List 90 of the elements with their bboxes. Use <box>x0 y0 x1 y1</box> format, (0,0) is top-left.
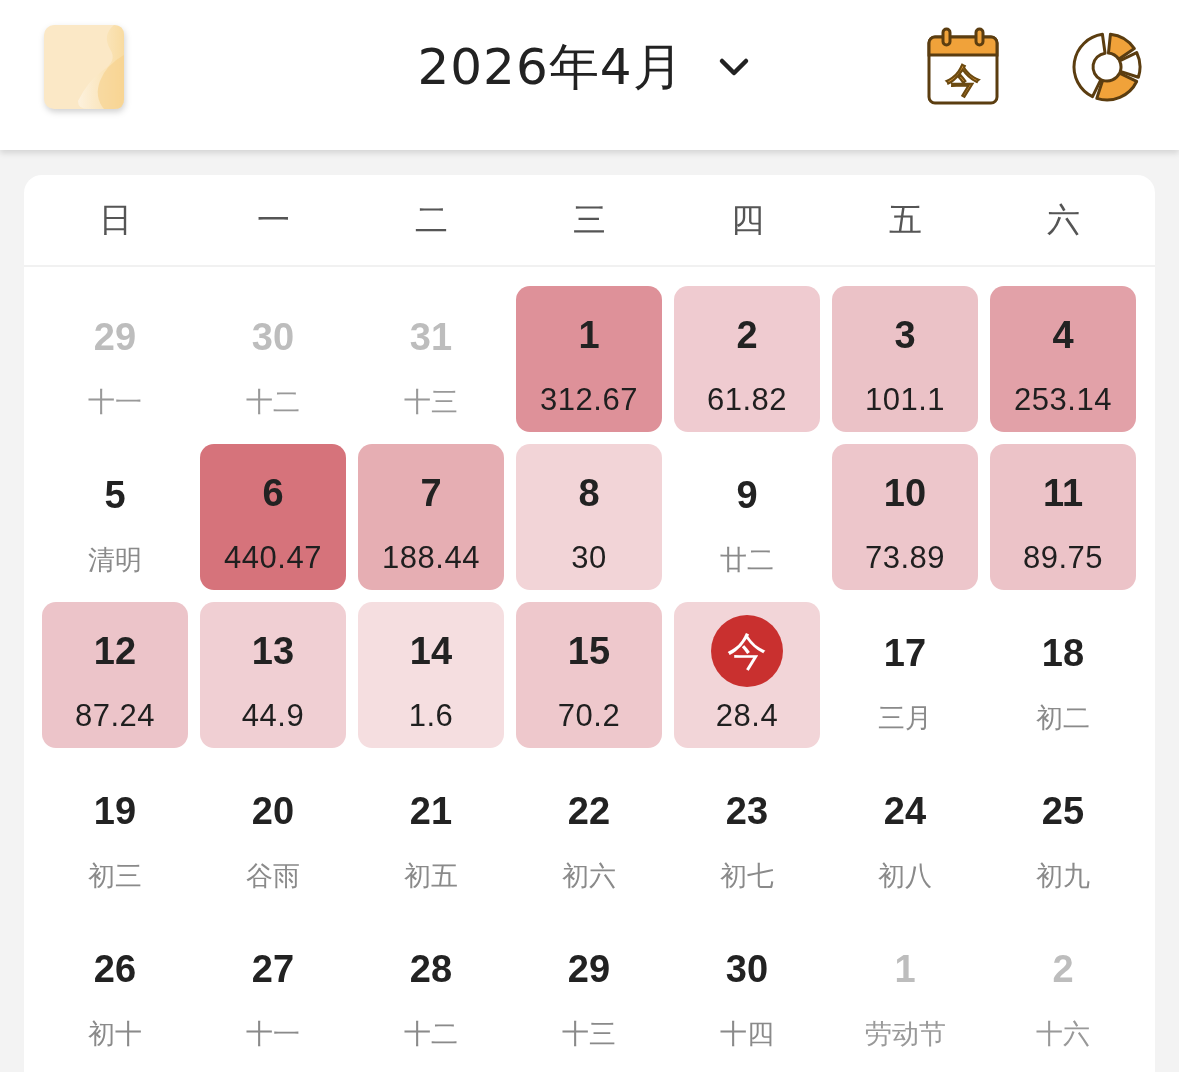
day-amount: 30 <box>571 540 607 576</box>
day-number: 15 <box>567 629 611 673</box>
lunar-date: 劳动节 <box>864 1018 946 1050</box>
lunar-date: 十三 <box>404 386 458 418</box>
day-number[interactable]: 5 <box>104 473 126 517</box>
weekday-label: 五 <box>888 198 922 241</box>
lunar-date: 十三 <box>562 1018 616 1050</box>
day-number: 2 <box>736 313 758 357</box>
day-number: 7 <box>420 471 442 515</box>
spending-day-cell[interactable]: 15 70.2 <box>516 602 662 748</box>
day-number[interactable]: 25 <box>1041 789 1085 833</box>
day-amount: 188.44 <box>382 540 480 576</box>
day-amount: 101.1 <box>864 382 946 418</box>
day-number: 10 <box>883 471 927 515</box>
day-amount: 44.9 <box>241 698 305 734</box>
lunar-date: 初八 <box>878 860 932 892</box>
lunar-date: 初九 <box>1036 860 1090 892</box>
day-number: 8 <box>578 471 600 515</box>
spending-day-cell[interactable]: 6 440.47 <box>200 444 346 590</box>
day-number[interactable]: 30 <box>725 947 769 991</box>
day-number: 13 <box>251 629 295 673</box>
day-amount: 70.2 <box>557 698 621 734</box>
day-number[interactable]: 21 <box>409 789 453 833</box>
lunar-date: 三月 <box>878 702 932 734</box>
today-button[interactable]: 今 <box>927 27 999 107</box>
spending-day-cell[interactable]: 3 101.1 <box>832 286 978 432</box>
day-number[interactable]: 19 <box>93 789 137 833</box>
day-number: 11 <box>1042 471 1084 515</box>
spending-day-cell[interactable]: 10 73.89 <box>832 444 978 590</box>
day-number: 12 <box>93 629 137 673</box>
lunar-date: 十二 <box>404 1018 458 1050</box>
lunar-date: 廿二 <box>720 544 774 576</box>
day-number[interactable]: 22 <box>567 789 611 833</box>
day-number: 14 <box>409 629 453 673</box>
lunar-date: 谷雨 <box>246 860 300 892</box>
day-number: 3 <box>894 313 916 357</box>
day-amount: 1.6 <box>408 698 454 734</box>
lunar-date: 初三 <box>88 860 142 892</box>
spending-day-cell[interactable]: 13 44.9 <box>200 602 346 748</box>
day-number[interactable]: 27 <box>251 947 295 991</box>
day-amount: 89.75 <box>1022 540 1104 576</box>
weekday-label: 日 <box>98 198 132 241</box>
spending-day-cell[interactable]: 2 61.82 <box>674 286 820 432</box>
lunar-date: 初六 <box>562 860 616 892</box>
day-amount: 87.24 <box>74 698 156 734</box>
day-amount: 61.82 <box>706 382 788 418</box>
calendar-icon <box>927 27 999 107</box>
spending-day-cell[interactable]: 7 188.44 <box>358 444 504 590</box>
lunar-date: 初二 <box>1036 702 1090 734</box>
lunar-date: 十一 <box>246 1018 300 1050</box>
day-number[interactable]: 20 <box>251 789 295 833</box>
lunar-date: 清明 <box>88 544 142 576</box>
lunar-date: 十二 <box>246 386 300 418</box>
day-number[interactable]: 29 <box>567 947 611 991</box>
spending-day-cell[interactable]: 11 89.75 <box>990 444 1136 590</box>
app-logo-icon <box>44 25 124 109</box>
weekday-label: 六 <box>1046 198 1080 241</box>
day-number: 6 <box>262 471 284 515</box>
day-number: 4 <box>1052 313 1074 357</box>
day-amount: 73.89 <box>864 540 946 576</box>
weekday-label: 二 <box>414 198 448 241</box>
day-number[interactable]: 26 <box>93 947 137 991</box>
day-number[interactable]: 9 <box>736 473 758 517</box>
spending-day-cell[interactable]: 12 87.24 <box>42 602 188 748</box>
lunar-date: 十六 <box>1036 1018 1090 1050</box>
lunar-date: 十四 <box>720 1018 774 1050</box>
month-picker[interactable]: 2026年4月 <box>417 33 754 101</box>
spending-day-cell[interactable]: 4 253.14 <box>990 286 1136 432</box>
lunar-date: 十一 <box>88 386 142 418</box>
day-number[interactable]: 24 <box>883 789 927 833</box>
spending-day-cell[interactable]: 8 30 <box>516 444 662 590</box>
today-badge: 今 <box>711 615 783 687</box>
spending-day-cell[interactable]: 14 1.6 <box>358 602 504 748</box>
day-amount: 253.14 <box>1014 382 1112 418</box>
lunar-date: 初十 <box>88 1018 142 1050</box>
day-number[interactable]: 23 <box>725 789 769 833</box>
day-amount: 440.47 <box>224 540 322 576</box>
weekday-label: 四 <box>730 198 764 241</box>
day-number[interactable]: 18 <box>1041 631 1085 675</box>
today-cell[interactable]: 今 28.4 <box>674 602 820 748</box>
day-amount: 312.67 <box>540 382 638 418</box>
lunar-date: 初七 <box>720 860 774 892</box>
day-number[interactable]: 17 <box>883 631 927 675</box>
day-amount: 28.4 <box>715 698 779 734</box>
day-number[interactable]: 28 <box>409 947 453 991</box>
weekday-label: 三 <box>572 198 606 241</box>
spending-day-cell[interactable]: 1 312.67 <box>516 286 662 432</box>
lunar-date: 初五 <box>404 860 458 892</box>
day-number: 1 <box>578 313 600 357</box>
weekday-label: 一 <box>256 198 290 241</box>
